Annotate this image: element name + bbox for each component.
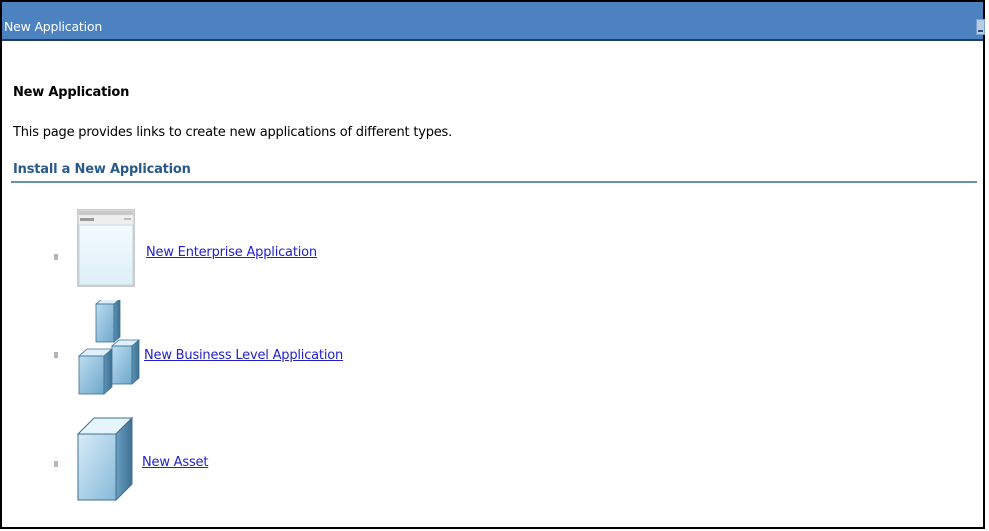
asset-icon (74, 412, 136, 508)
page-heading: New Application (13, 85, 130, 100)
window-titlebar: New Application (2, 0, 985, 41)
window-title: New Application (4, 19, 103, 34)
list-item-enterprise-application: New Enterprise Application (2, 200, 502, 290)
business-level-application-icon (74, 298, 142, 400)
enterprise-application-icon (74, 206, 138, 294)
bullet-icon (54, 254, 58, 260)
new-enterprise-application-link[interactable]: New Enterprise Application (146, 245, 317, 260)
bullet-icon (54, 352, 58, 358)
minimize-button[interactable] (976, 19, 985, 35)
bullet-icon (54, 461, 58, 467)
new-business-level-application-link[interactable]: New Business Level Application (144, 348, 343, 363)
section-title: Install a New Application (13, 162, 191, 177)
list-item-asset: New Asset (2, 410, 502, 502)
new-asset-link[interactable]: New Asset (142, 455, 208, 470)
section-divider (11, 181, 977, 183)
list-item-business-level-application: New Business Level Application (2, 298, 502, 395)
new-application-window: New Application New Application This pag… (0, 0, 985, 529)
page-description: This page provides links to create new a… (13, 125, 453, 140)
